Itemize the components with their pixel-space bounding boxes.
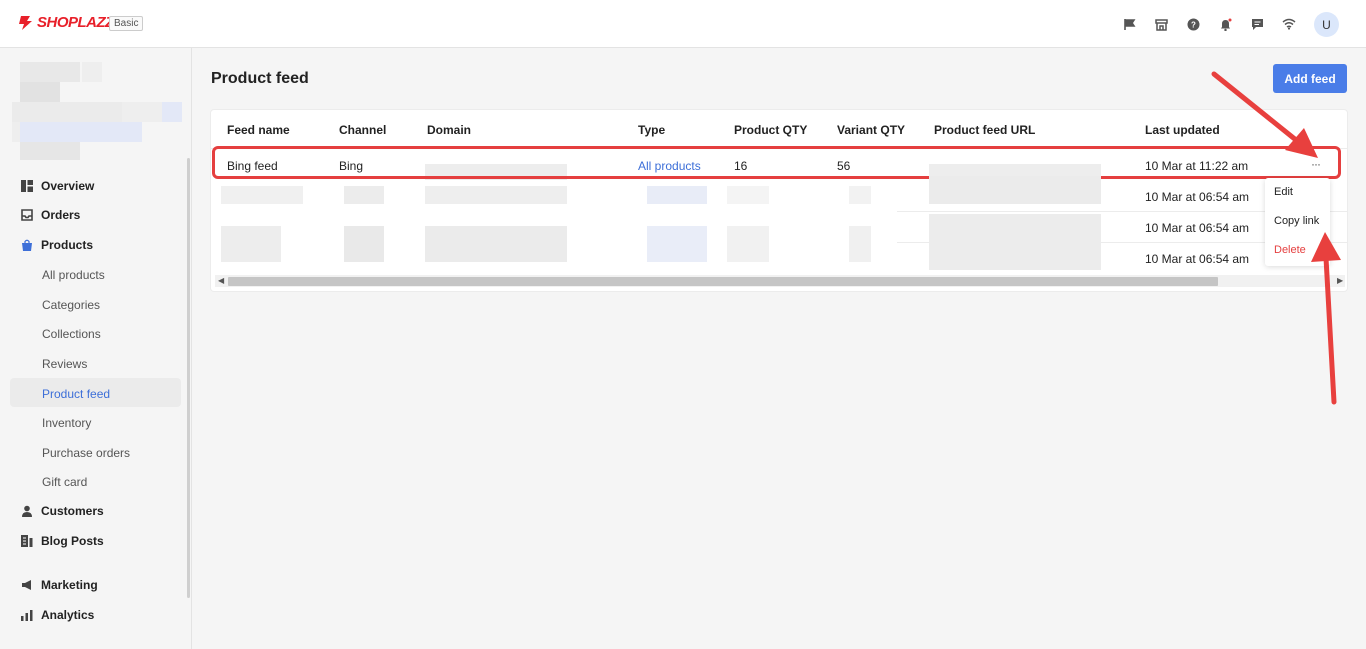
sidebar-item-label: Orders (41, 208, 81, 222)
top-bar: SHOPLAZZA Basic ? U (0, 0, 1366, 48)
blog-icon (20, 535, 33, 548)
sidebar-item-label: Customers (41, 504, 104, 518)
sidebar-scrollbar[interactable] (187, 158, 190, 598)
overview-icon (20, 180, 33, 193)
orders-icon (20, 209, 33, 222)
svg-text:?: ? (1191, 20, 1196, 29)
column-header-last-updated: Last updated (1145, 123, 1220, 137)
sidebar-item-products[interactable]: Products (20, 238, 93, 252)
last-updated-cell: 10 Mar at 06:54 am (1145, 252, 1250, 266)
sidebar-item-label: Products (41, 238, 94, 252)
sidebar-item-customers[interactable]: Customers (20, 504, 104, 518)
customers-icon (20, 505, 33, 518)
column-header-domain: Domain (427, 123, 472, 137)
column-header-channel: Channel (339, 123, 387, 137)
add-feed-button[interactable]: Add feed (1273, 64, 1347, 93)
sidebar-subitem-gift-card[interactable]: Gift card (42, 475, 87, 489)
menu-item-delete[interactable]: Delete (1274, 244, 1306, 256)
sidebar-subitem-collections[interactable]: Collections (42, 327, 101, 341)
sidebar: Overview Orders Products All products Ca… (0, 48, 192, 649)
column-header-variant-qty: Variant QTY (837, 123, 906, 137)
sidebar-item-label: Overview (41, 179, 95, 193)
sidebar-item-analytics[interactable]: Analytics (20, 608, 94, 622)
store-info-redacted (12, 60, 182, 160)
bell-icon[interactable] (1217, 16, 1233, 32)
sidebar-item-label: Marketing (41, 578, 98, 592)
column-header-product-qty: Product QTY (734, 123, 808, 137)
row-actions-menu: Edit Copy link Delete (1265, 178, 1330, 266)
column-header-product-feed-url: Product feed URL (934, 123, 1036, 137)
menu-item-edit[interactable]: Edit (1274, 186, 1293, 198)
annotation-arrows (1211, 71, 1341, 405)
sidebar-subitem-product-feed[interactable]: Product feed (42, 387, 110, 401)
sidebar-item-label: Blog Posts (41, 534, 104, 548)
last-updated-cell: 10 Mar at 06:54 am (1145, 221, 1250, 235)
column-header-type: Type (638, 123, 666, 137)
sidebar-item-label: Analytics (41, 608, 95, 622)
sidebar-subitem-categories[interactable]: Categories (42, 298, 100, 312)
sidebar-item-orders[interactable]: Orders (20, 208, 80, 222)
sidebar-subitem-all-products[interactable]: All products (42, 268, 105, 282)
sidebar-item-blog-posts[interactable]: Blog Posts (20, 534, 104, 548)
scroll-left-icon[interactable]: ◀ (218, 276, 224, 285)
store-icon[interactable] (1153, 16, 1169, 32)
shoplazza-logo-icon (19, 15, 32, 30)
sidebar-subitem-inventory[interactable]: Inventory (42, 416, 91, 430)
flag-icon[interactable] (1121, 16, 1137, 32)
plan-badge: Basic (109, 16, 144, 31)
menu-item-copy-link[interactable]: Copy link (1274, 215, 1319, 227)
avatar[interactable]: U (1314, 12, 1339, 37)
scrollbar-thumb[interactable] (228, 277, 1218, 286)
last-updated-cell: 10 Mar at 06:54 am (1145, 190, 1250, 204)
sidebar-item-marketing[interactable]: Marketing (20, 578, 98, 592)
product-feed-table: Feed name Channel Domain Type Product QT… (211, 110, 1347, 291)
highlight-annotation (212, 146, 1341, 179)
products-icon (20, 239, 33, 252)
analytics-icon (20, 609, 33, 622)
page-title: Product feed (211, 70, 309, 87)
scroll-right-icon[interactable]: ▶ (1337, 276, 1343, 285)
message-icon[interactable] (1249, 16, 1265, 32)
horizontal-scrollbar[interactable]: ◀ ▶ (215, 275, 1345, 287)
help-icon[interactable]: ? (1185, 16, 1201, 32)
wifi-icon[interactable] (1281, 16, 1297, 32)
marketing-icon (20, 579, 33, 592)
sidebar-subitem-purchase-orders[interactable]: Purchase orders (42, 446, 130, 460)
sidebar-subitem-reviews[interactable]: Reviews (42, 357, 87, 371)
column-header-feed-name: Feed name (227, 123, 290, 137)
sidebar-item-overview[interactable]: Overview (20, 179, 94, 193)
